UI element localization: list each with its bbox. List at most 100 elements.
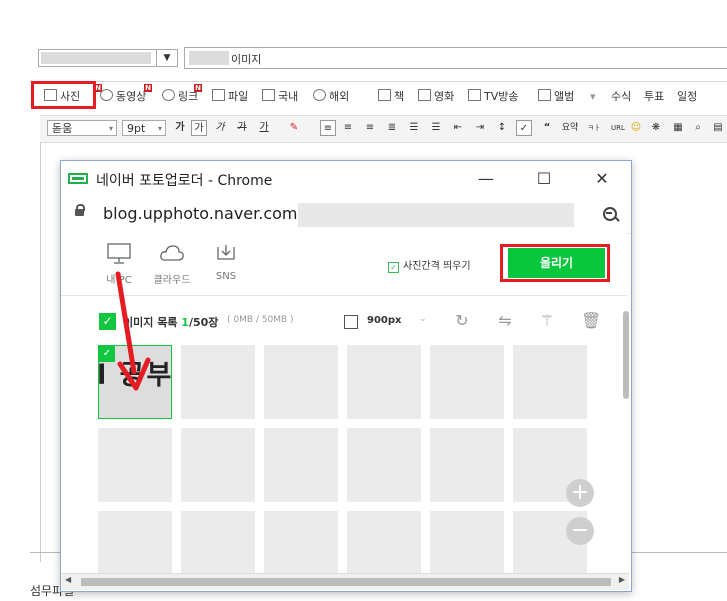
film-icon bbox=[418, 89, 431, 101]
zoom-in-button[interactable]: + bbox=[566, 479, 594, 507]
italic-button-2[interactable]: 가 bbox=[212, 120, 228, 136]
bold-button[interactable]: 가 bbox=[172, 120, 188, 136]
zoom-out-icon[interactable] bbox=[603, 207, 620, 223]
scroll-right-icon[interactable]: ▶ bbox=[619, 575, 625, 584]
maximize-icon[interactable]: ☐ bbox=[529, 167, 559, 191]
chevron-down-icon[interactable]: ▼ bbox=[156, 50, 177, 66]
vote-button[interactable]: 투표 bbox=[644, 88, 664, 106]
ordered-list-icon[interactable]: ☰ bbox=[406, 120, 422, 136]
font-size-value: 9pt bbox=[127, 122, 146, 135]
emoticon-icon[interactable]: ☺ bbox=[628, 120, 644, 136]
chevron-down-icon: ▾ bbox=[157, 124, 162, 133]
category-select[interactable]: ▼ bbox=[38, 49, 178, 67]
text-color-icon[interactable]: ✎ bbox=[286, 120, 302, 136]
video-button[interactable]: 동영상 N bbox=[100, 84, 152, 106]
new-badge: N bbox=[144, 84, 152, 92]
address-bar[interactable]: blog.upphoto.naver.com bbox=[61, 197, 631, 234]
file-button[interactable]: 파일 bbox=[212, 88, 248, 106]
insert-toolbar: 사진 N 동영상 N 링크 N 파일 국내 해외 책 영화 TV방송 앨범 ▾ 수식 … bbox=[30, 81, 727, 112]
quote-icon[interactable]: “ bbox=[539, 120, 555, 136]
underline-button[interactable]: 가 bbox=[256, 120, 272, 136]
align-right-icon[interactable]: ≡ bbox=[362, 120, 378, 136]
font-family-select[interactable]: 돋움 ▾ bbox=[47, 120, 117, 136]
tv-button[interactable]: TV방송 bbox=[468, 88, 518, 106]
source-cloud[interactable]: 클라우드 bbox=[152, 243, 192, 286]
thumbnail-slot bbox=[264, 345, 338, 419]
thumbnail-slot bbox=[430, 511, 504, 573]
url-button[interactable]: URL bbox=[608, 120, 628, 136]
schedule-button[interactable]: 일정 bbox=[677, 88, 697, 106]
font-size-select[interactable]: 9pt ▾ bbox=[122, 120, 166, 136]
rotate-icon[interactable]: ↻ bbox=[452, 311, 472, 331]
thumbnail-slot bbox=[347, 511, 421, 573]
zoom-out-button[interactable]: − bbox=[566, 517, 594, 545]
thumbnail-slot bbox=[98, 511, 172, 573]
video-label: 동영상 bbox=[116, 90, 147, 103]
more-chevron-icon[interactable]: ▾ bbox=[590, 88, 596, 106]
book-button[interactable]: 책 bbox=[378, 88, 404, 106]
bullet-list-icon[interactable]: ☰ bbox=[428, 120, 444, 136]
thumbnail-slot bbox=[98, 428, 172, 502]
check-icon: ✓ bbox=[388, 262, 399, 273]
formula-button[interactable]: 수식 bbox=[611, 88, 631, 106]
search-icon[interactable]: ⌕ bbox=[690, 120, 706, 136]
window-titlebar[interactable]: 네이버 포토업로더 - Chrome — ☐ ✕ bbox=[61, 161, 631, 197]
source-sns[interactable]: SNS bbox=[206, 243, 246, 282]
new-badge: N bbox=[194, 84, 202, 92]
table-icon[interactable]: ▦ bbox=[670, 120, 686, 136]
tv-icon bbox=[468, 89, 481, 101]
chevron-down-icon[interactable]: ⌄ bbox=[419, 314, 427, 324]
overseas-map-button[interactable]: 해외 bbox=[313, 88, 349, 106]
movie-button[interactable]: 영화 bbox=[418, 88, 454, 106]
align-left-icon[interactable]: ≡ bbox=[320, 120, 336, 136]
strike-button[interactable]: 가 bbox=[234, 120, 250, 136]
scrollbar-thumb[interactable] bbox=[81, 578, 611, 586]
html-icon[interactable]: ▤ bbox=[710, 120, 726, 136]
special-char-icon[interactable]: ㅋㅏ bbox=[584, 120, 604, 136]
source-label: 클라우드 bbox=[153, 275, 191, 286]
swap-icon[interactable]: ⇋ bbox=[495, 311, 515, 331]
close-icon[interactable]: ✕ bbox=[587, 167, 617, 191]
window-title: 네이버 포토업로더 - Chrome bbox=[96, 173, 273, 189]
overseas-label: 해외 bbox=[329, 90, 350, 103]
thumbnail-slot bbox=[430, 428, 504, 502]
sticker-icon[interactable]: ❋ bbox=[648, 120, 664, 136]
italic-button[interactable]: 가 bbox=[191, 120, 207, 136]
source-label: SNS bbox=[215, 271, 237, 282]
thumbnail-slot bbox=[181, 345, 255, 419]
thumbnail-slot bbox=[181, 511, 255, 573]
chevron-down-icon: ▾ bbox=[108, 124, 113, 133]
thumbnail-slot bbox=[347, 428, 421, 502]
spacing-checkbox[interactable]: ✓ 사진간격 띄우기 bbox=[388, 257, 471, 273]
domestic-map-button[interactable]: 국내 bbox=[262, 88, 298, 106]
play-icon bbox=[100, 89, 113, 101]
thumbnail-slot bbox=[264, 511, 338, 573]
vertical-scrollbar[interactable] bbox=[623, 311, 629, 399]
trash-icon[interactable]: 🗑 bbox=[581, 311, 601, 331]
resize-select[interactable]: 900px bbox=[367, 315, 401, 326]
title-redacted bbox=[189, 51, 229, 65]
line-height-icon[interactable]: ↕ bbox=[494, 120, 510, 136]
save-icon bbox=[212, 89, 225, 101]
spellcheck-icon[interactable]: ✓ bbox=[516, 120, 532, 136]
category-value-redacted bbox=[41, 52, 151, 64]
movie-label: 영화 bbox=[434, 90, 455, 103]
outdent-icon[interactable]: ⇤ bbox=[450, 120, 466, 136]
link-button[interactable]: 링크 N bbox=[162, 84, 202, 106]
magic-wand-icon[interactable]: ⚚ bbox=[537, 311, 557, 331]
horizontal-scrollbar[interactable]: ◀ ▶ bbox=[61, 573, 629, 590]
album-button[interactable]: 앨범 bbox=[538, 88, 574, 106]
upload-button[interactable]: 올리기 bbox=[505, 248, 605, 278]
minimize-icon[interactable]: — bbox=[471, 167, 501, 191]
link-icon bbox=[162, 89, 175, 101]
scroll-left-icon[interactable]: ◀ bbox=[65, 575, 71, 584]
map-icon bbox=[262, 89, 275, 101]
post-title-input[interactable]: 이미지 bbox=[184, 47, 727, 69]
summary-button[interactable]: 요약 bbox=[558, 120, 582, 136]
align-justify-icon[interactable]: ≣ bbox=[384, 120, 400, 136]
align-center-icon[interactable]: ≡ bbox=[340, 120, 356, 136]
url-redacted bbox=[298, 203, 574, 227]
spacing-label: 사진간격 띄우기 bbox=[403, 261, 471, 272]
indent-icon[interactable]: ⇥ bbox=[472, 120, 488, 136]
album-label: 앨범 bbox=[554, 90, 575, 103]
